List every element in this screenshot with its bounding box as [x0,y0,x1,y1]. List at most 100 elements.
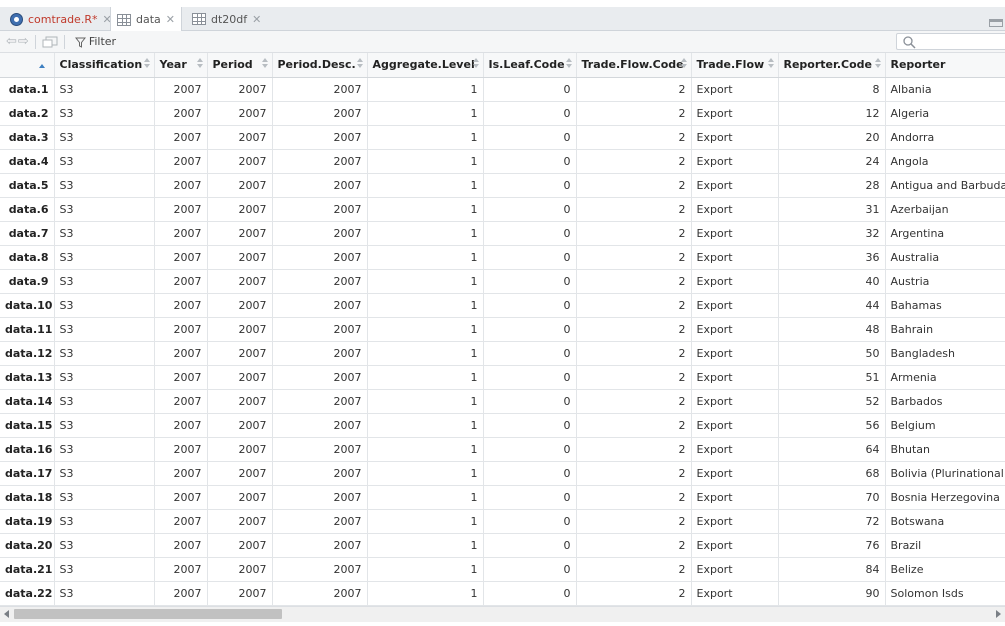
row-name-cell[interactable]: data.12 [0,341,55,366]
row-name-cell[interactable]: data.15 [0,413,55,438]
row-name-cell[interactable]: data.19 [0,509,55,534]
table-cell[interactable]: 1 [367,269,484,294]
row-name-cell[interactable]: data.4 [0,149,55,174]
table-cell[interactable]: 2 [576,149,692,174]
table-cell[interactable]: Export [691,341,779,366]
table-cell[interactable]: Albania [885,77,1005,102]
table-cell[interactable]: 2007 [272,485,368,510]
row-name-cell[interactable]: data.9 [0,269,55,294]
table-cell[interactable]: 0 [483,581,577,606]
table-cell[interactable]: 1 [367,221,484,246]
table-cell[interactable]: 2007 [272,317,368,342]
table-cell[interactable]: 0 [483,461,577,486]
table-cell[interactable]: Export [691,365,779,390]
column-header-year[interactable]: Year [154,53,208,78]
row-name-cell[interactable]: data.8 [0,245,55,270]
table-cell[interactable]: 2007 [154,317,208,342]
table-cell[interactable]: 2007 [272,365,368,390]
table-cell[interactable]: 50 [778,341,886,366]
table-cell[interactable]: 0 [483,557,577,582]
table-cell[interactable]: 2007 [154,101,208,126]
table-cell[interactable]: 2007 [207,581,273,606]
table-cell[interactable]: 70 [778,485,886,510]
table-cell[interactable]: 20 [778,125,886,150]
table-cell[interactable]: 2007 [272,581,368,606]
table-cell[interactable]: 1 [367,125,484,150]
column-header-classification[interactable]: Classification [54,53,155,78]
row-name-cell[interactable]: data.10 [0,293,55,318]
table-cell[interactable]: 2007 [272,245,368,270]
table-cell[interactable]: 2007 [272,389,368,414]
table-cell[interactable]: 1 [367,533,484,558]
table-cell[interactable]: S3 [54,437,155,462]
table-cell[interactable]: S3 [54,509,155,534]
table-cell[interactable]: 2007 [272,77,368,102]
table-cell[interactable]: Export [691,173,779,198]
table-cell[interactable]: 2 [576,125,692,150]
table-cell[interactable]: 2007 [272,197,368,222]
table-cell[interactable]: 2 [576,245,692,270]
table-cell[interactable]: 32 [778,221,886,246]
table-cell[interactable]: 2007 [154,437,208,462]
table-cell[interactable]: 2007 [154,557,208,582]
table-cell[interactable]: Export [691,509,779,534]
table-cell[interactable]: Bhutan [885,437,1005,462]
table-cell[interactable]: 0 [483,173,577,198]
column-header-trade-flow-code[interactable]: Trade.Flow.Code [576,53,692,78]
row-name-cell[interactable]: data.18 [0,485,55,510]
table-cell[interactable]: Export [691,293,779,318]
table-cell[interactable]: 64 [778,437,886,462]
table-cell[interactable]: 2007 [272,149,368,174]
table-cell[interactable]: 2007 [207,269,273,294]
table-cell[interactable]: 0 [483,485,577,510]
table-cell[interactable]: 0 [483,389,577,414]
table-cell[interactable]: Export [691,581,779,606]
table-cell[interactable]: 52 [778,389,886,414]
table-cell[interactable]: 2 [576,365,692,390]
table-cell[interactable]: 2007 [207,485,273,510]
table-cell[interactable]: 1 [367,485,484,510]
scrollbar-thumb[interactable] [14,609,282,619]
table-cell[interactable]: 0 [483,197,577,222]
table-cell[interactable]: 2007 [154,485,208,510]
table-cell[interactable]: S3 [54,413,155,438]
table-cell[interactable]: Australia [885,245,1005,270]
tab-dt20df[interactable]: dt20df ✕ [186,7,267,31]
table-cell[interactable]: Bahrain [885,317,1005,342]
table-cell[interactable]: 28 [778,173,886,198]
table-cell[interactable]: 1 [367,413,484,438]
column-header-period-desc[interactable]: Period.Desc. [272,53,368,78]
table-cell[interactable]: 2007 [154,461,208,486]
table-cell[interactable]: 0 [483,365,577,390]
table-cell[interactable]: 40 [778,269,886,294]
table-cell[interactable]: 1 [367,77,484,102]
table-cell[interactable]: 2007 [207,293,273,318]
table-cell[interactable]: Belize [885,557,1005,582]
table-cell[interactable]: 2007 [207,221,273,246]
table-cell[interactable]: 90 [778,581,886,606]
table-cell[interactable]: 2007 [207,317,273,342]
table-cell[interactable]: 2 [576,173,692,198]
table-cell[interactable]: 72 [778,509,886,534]
table-cell[interactable]: 2007 [207,149,273,174]
back-arrow-icon[interactable]: ⇦ [6,34,17,50]
table-cell[interactable]: 2007 [154,173,208,198]
table-cell[interactable]: S3 [54,317,155,342]
close-icon[interactable]: ✕ [166,13,175,26]
table-cell[interactable]: 0 [483,413,577,438]
row-name-cell[interactable]: data.7 [0,221,55,246]
table-cell[interactable]: 2 [576,581,692,606]
table-cell[interactable]: 1 [367,245,484,270]
table-cell[interactable]: 2007 [207,173,273,198]
row-name-cell[interactable]: data.21 [0,557,55,582]
table-cell[interactable]: Export [691,245,779,270]
row-name-cell[interactable]: data.14 [0,389,55,414]
table-cell[interactable]: Export [691,221,779,246]
table-cell[interactable]: 0 [483,245,577,270]
table-cell[interactable]: Export [691,197,779,222]
table-cell[interactable]: 2007 [207,341,273,366]
table-cell[interactable]: 2007 [272,557,368,582]
table-cell[interactable]: 2007 [272,341,368,366]
table-cell[interactable]: 1 [367,197,484,222]
table-cell[interactable]: 0 [483,125,577,150]
